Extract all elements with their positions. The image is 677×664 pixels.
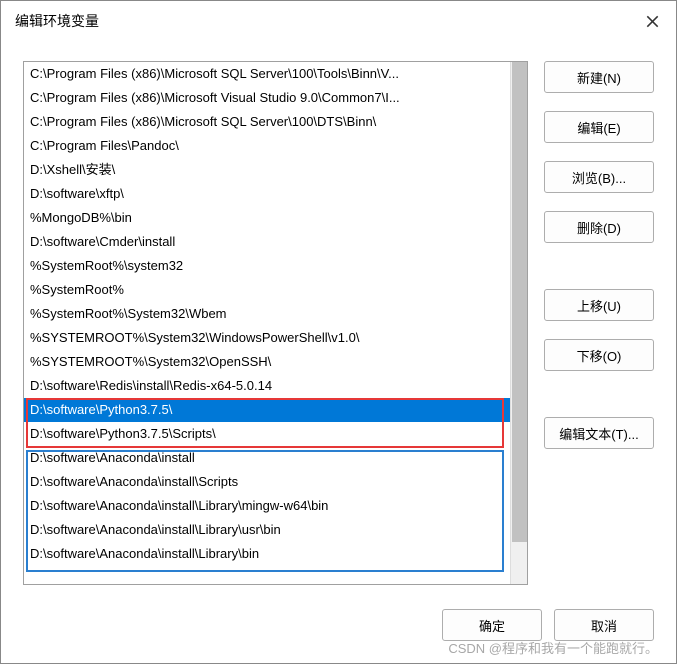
footer: 确定 取消 [1,591,676,663]
close-button[interactable] [640,9,664,33]
list-item[interactable]: %SystemRoot% [24,278,527,302]
list-item[interactable]: D:\software\Python3.7.5\Scripts\ [24,422,527,446]
ok-button[interactable]: 确定 [442,609,542,641]
cancel-button[interactable]: 取消 [554,609,654,641]
list-item[interactable]: D:\software\Anaconda\install\Scripts [24,470,527,494]
list-item[interactable]: D:\software\Anaconda\install\Library\bin [24,542,527,566]
list-item[interactable]: D:\software\Anaconda\install [24,446,527,470]
titlebar: 编辑环境变量 [1,1,676,41]
list-item[interactable]: %SYSTEMROOT%\System32\WindowsPowerShell\… [24,326,527,350]
path-list-container: C:\Program Files (x86)\Microsoft SQL Ser… [23,61,528,585]
list-item[interactable]: D:\software\Anaconda\install\Library\usr… [24,518,527,542]
list-item[interactable]: D:\software\xftp\ [24,182,527,206]
content-area: C:\Program Files (x86)\Microsoft SQL Ser… [1,41,676,591]
env-var-dialog: 编辑环境变量 C:\Program Files (x86)\Microsoft … [0,0,677,664]
list-item[interactable]: D:\software\Redis\install\Redis-x64-5.0.… [24,374,527,398]
list-item[interactable]: %SystemRoot%\System32\Wbem [24,302,527,326]
list-item[interactable]: C:\Program Files (x86)\Microsoft SQL Ser… [24,110,527,134]
close-icon [646,15,659,28]
list-item[interactable]: %MongoDB%\bin [24,206,527,230]
list-item[interactable]: C:\Program Files (x86)\Microsoft Visual … [24,86,527,110]
edit-text-button[interactable]: 编辑文本(T)... [544,417,654,449]
list-item[interactable]: C:\Program Files (x86)\Microsoft SQL Ser… [24,62,527,86]
browse-button[interactable]: 浏览(B)... [544,161,654,193]
move-up-button[interactable]: 上移(U) [544,289,654,321]
button-column: 新建(N) 编辑(E) 浏览(B)... 删除(D) 上移(U) 下移(O) 编… [544,61,654,591]
scrollbar-thumb[interactable] [512,62,527,542]
list-item[interactable]: %SystemRoot%\system32 [24,254,527,278]
list-item[interactable]: %SYSTEMROOT%\System32\OpenSSH\ [24,350,527,374]
list-item[interactable]: C:\Program Files\Pandoc\ [24,134,527,158]
list-item[interactable]: D:\software\Anaconda\install\Library\min… [24,494,527,518]
dialog-title: 编辑环境变量 [15,11,99,31]
list-item[interactable]: D:\software\Python3.7.5\ [24,398,527,422]
move-down-button[interactable]: 下移(O) [544,339,654,371]
new-button[interactable]: 新建(N) [544,61,654,93]
vertical-scrollbar[interactable] [510,62,527,584]
list-item[interactable]: D:\Xshell\安装\ [24,158,527,182]
delete-button[interactable]: 删除(D) [544,211,654,243]
list-item[interactable]: D:\software\Cmder\install [24,230,527,254]
edit-button[interactable]: 编辑(E) [544,111,654,143]
path-list[interactable]: C:\Program Files (x86)\Microsoft SQL Ser… [24,62,527,566]
